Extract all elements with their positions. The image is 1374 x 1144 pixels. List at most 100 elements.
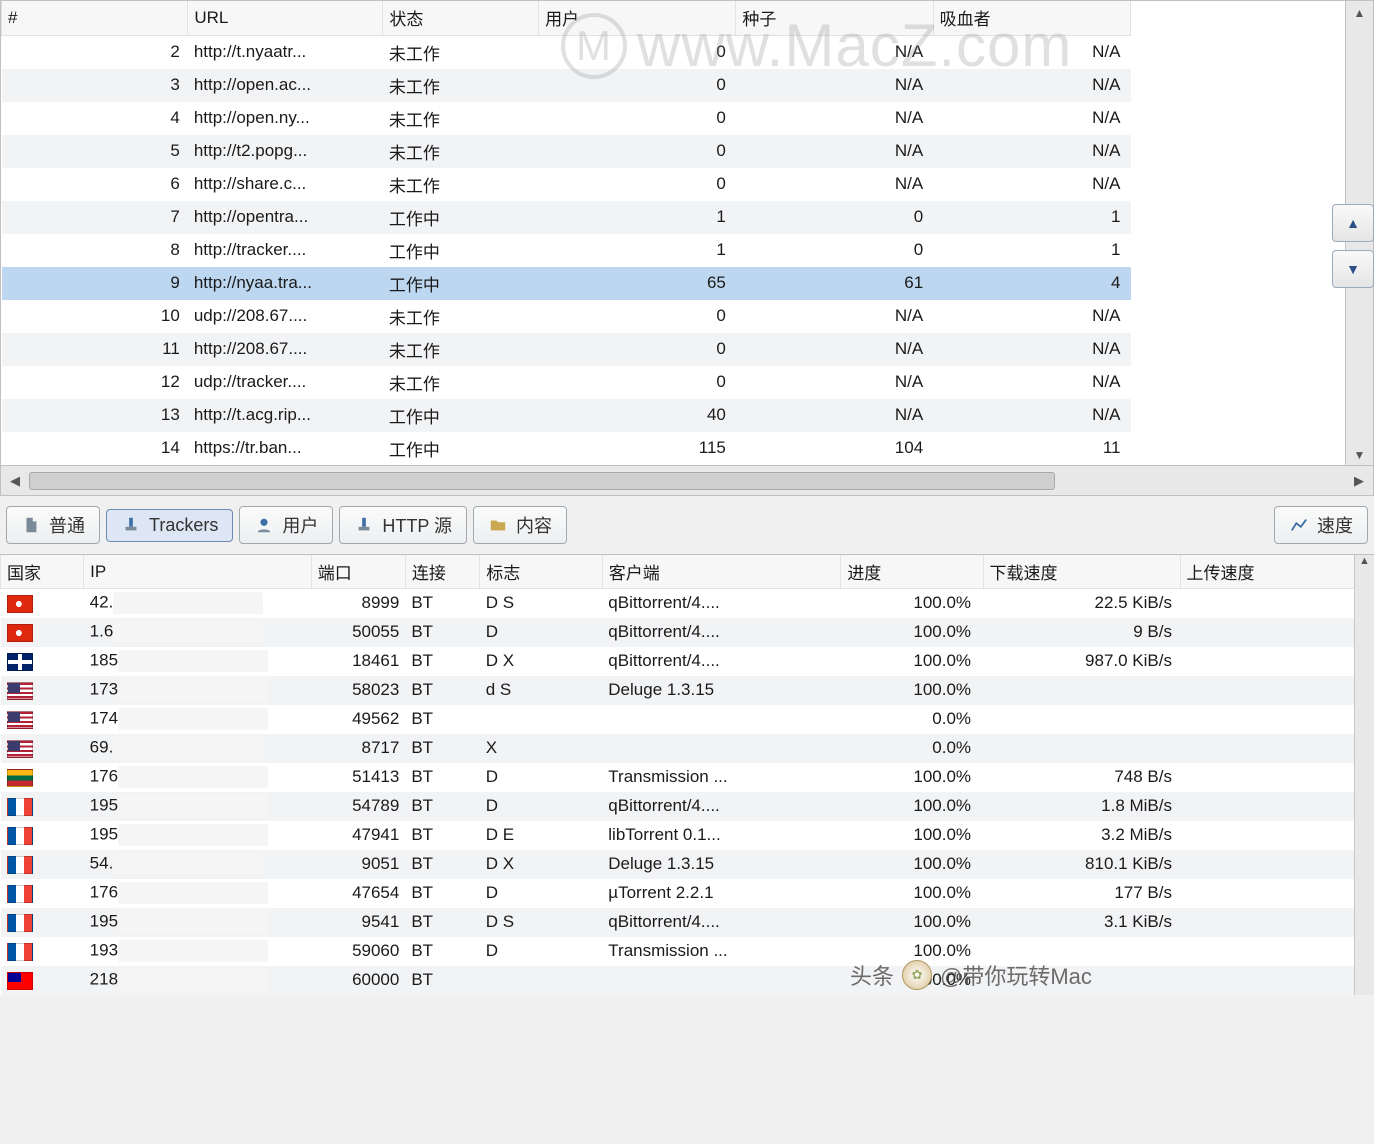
- peer-row[interactable]: 54.9051BTD XDeluge 1.3.15100.0%810.1 KiB…: [1, 850, 1360, 879]
- ip-masked: [118, 824, 268, 846]
- move-up-button[interactable]: ▲: [1332, 204, 1374, 242]
- peer-cell-client: qBittorrent/4....: [602, 908, 841, 937]
- tracker-row[interactable]: 9http://nyaa.tra...工作中65614: [2, 267, 1131, 300]
- peers-col-progress[interactable]: 进度: [841, 555, 983, 589]
- tracker-cell-seeds: N/A: [736, 69, 933, 102]
- peer-cell-progress: 100.0%: [841, 879, 983, 908]
- tracker-cell-num: 11: [2, 333, 188, 366]
- tracker-col-seeds[interactable]: 种子: [736, 1, 933, 35]
- peer-row[interactable]: 17449562BT0.0%: [1, 705, 1360, 734]
- tracker-cell-num: 8: [2, 234, 188, 267]
- peer-cell-download-speed: 3.1 KiB/s: [983, 908, 1180, 937]
- tracker-cell-leech: N/A: [933, 69, 1130, 102]
- tracker-row[interactable]: 10udp://208.67....未工作0N/AN/A: [2, 300, 1131, 333]
- peer-row[interactable]: 18518461BTD XqBittorrent/4....100.0%987.…: [1, 647, 1360, 676]
- tracker-cell-status: 未工作: [383, 102, 539, 135]
- peers-col-upload-speed[interactable]: 上传速度: [1180, 555, 1360, 589]
- tracker-col-status[interactable]: 状态: [383, 1, 539, 35]
- tracker-row[interactable]: 6http://share.c...未工作0N/AN/A: [2, 168, 1131, 201]
- peer-cell-ip: 195: [84, 821, 312, 850]
- tab-http-sources[interactable]: HTTP 源: [339, 506, 467, 544]
- tracker-col-users[interactable]: 用户: [539, 1, 736, 35]
- peer-cell-connection: BT: [405, 618, 479, 647]
- flag-fr-icon: [7, 856, 33, 874]
- peers-col-ip[interactable]: IP: [84, 555, 312, 589]
- scroll-left-icon[interactable]: ◀: [1, 473, 29, 489]
- tracker-row[interactable]: 2http://t.nyaatr...未工作0N/AN/A: [2, 35, 1131, 69]
- scroll-up-icon[interactable]: ▲: [1346, 1, 1373, 25]
- scroll-thumb[interactable]: [29, 472, 1055, 490]
- peer-cell-port: 54789: [311, 792, 405, 821]
- ip-masked: [118, 969, 268, 991]
- peers-table[interactable]: 国家 IP 端口 连接 标志 客户端 进度 下载速度 上传速度 42.8999B…: [0, 555, 1360, 995]
- tracker-col-leech[interactable]: 吸血者: [933, 1, 1130, 35]
- tab-general[interactable]: 普通: [6, 506, 100, 544]
- tracker-row[interactable]: 7http://opentra...工作中101: [2, 201, 1131, 234]
- tracker-row[interactable]: 8http://tracker....工作中101: [2, 234, 1131, 267]
- peer-row[interactable]: 21860000BT100.0%: [1, 966, 1360, 995]
- tab-content[interactable]: 内容: [473, 506, 567, 544]
- tracker-horizontal-scrollbar[interactable]: ◀ ▶: [0, 466, 1374, 496]
- peer-cell-ip: 173: [84, 676, 312, 705]
- peer-cell-ip: 218: [84, 966, 312, 995]
- tracker-col-url[interactable]: URL: [188, 1, 383, 35]
- peer-cell-flags: D X: [480, 647, 603, 676]
- tracker-row[interactable]: 5http://t2.popg...未工作0N/AN/A: [2, 135, 1131, 168]
- tracker-col-num[interactable]: #: [2, 1, 188, 35]
- tab-speed[interactable]: 速度: [1274, 506, 1368, 544]
- peer-row[interactable]: 17647654BTDµTorrent 2.2.1100.0%177 B/s: [1, 879, 1360, 908]
- peer-cell-flags: D S: [480, 908, 603, 937]
- tracker-cell-users: 0: [539, 102, 736, 135]
- tracker-cell-num: 5: [2, 135, 188, 168]
- peer-cell-client: qBittorrent/4....: [602, 647, 841, 676]
- tab-bar: 普通 Trackers 用户 HTTP 源 内容 速度: [0, 498, 1374, 554]
- tracker-row[interactable]: 12udp://tracker....未工作0N/AN/A: [2, 366, 1131, 399]
- tracker-cell-num: 10: [2, 300, 188, 333]
- tracker-row[interactable]: 11http://208.67....未工作0N/AN/A: [2, 333, 1131, 366]
- peers-col-connection[interactable]: 连接: [405, 555, 479, 589]
- peer-row[interactable]: 69.8717BTX0.0%: [1, 734, 1360, 763]
- tracker-cell-users: 0: [539, 168, 736, 201]
- peer-cell-download-speed: 987.0 KiB/s: [983, 647, 1180, 676]
- peer-cell-connection: BT: [405, 705, 479, 734]
- peer-cell-client: qBittorrent/4....: [602, 618, 841, 647]
- tracker-table[interactable]: # URL 状态 用户 种子 吸血者 2http://t.nyaatr...未工…: [1, 1, 1131, 465]
- peer-cell-client: libTorrent 0.1...: [602, 821, 841, 850]
- peers-col-download-speed[interactable]: 下载速度: [983, 555, 1180, 589]
- peer-row[interactable]: 1.650055BTDqBittorrent/4....100.0%9 B/s: [1, 618, 1360, 647]
- tab-trackers[interactable]: Trackers: [106, 509, 233, 542]
- peer-cell-progress: 100.0%: [841, 908, 983, 937]
- peer-cell-progress: 100.0%: [841, 966, 983, 995]
- tracker-row[interactable]: 4http://open.ny...未工作0N/AN/A: [2, 102, 1131, 135]
- tracker-row[interactable]: 14https://tr.ban...工作中11510411: [2, 432, 1131, 465]
- tracker-cell-users: 0: [539, 135, 736, 168]
- scroll-right-icon[interactable]: ▶: [1345, 473, 1373, 489]
- flag-fr-icon: [7, 885, 33, 903]
- flag-fr-icon: [7, 943, 33, 961]
- peer-row[interactable]: 42.8999BTD SqBittorrent/4....100.0%22.5 …: [1, 589, 1360, 618]
- peer-cell-client: Deluge 1.3.15: [602, 676, 841, 705]
- move-down-button[interactable]: ▼: [1332, 250, 1374, 288]
- peer-cell-client: µTorrent 2.2.1: [602, 879, 841, 908]
- tracker-row[interactable]: 13http://t.acg.rip...工作中40N/AN/A: [2, 399, 1131, 432]
- tracker-cell-leech: N/A: [933, 399, 1130, 432]
- peer-row[interactable]: 17651413BTDTransmission ...100.0%748 B/s: [1, 763, 1360, 792]
- flag-us-icon: [7, 682, 33, 700]
- peers-col-country[interactable]: 国家: [1, 555, 84, 589]
- scroll-down-icon[interactable]: ▼: [1346, 443, 1373, 466]
- tracker-row[interactable]: 3http://open.ac...未工作0N/AN/A: [2, 69, 1131, 102]
- ip-masked: [118, 679, 268, 701]
- peers-col-port[interactable]: 端口: [311, 555, 405, 589]
- peers-vertical-scrollbar[interactable]: ▲: [1354, 555, 1374, 995]
- tab-peers[interactable]: 用户: [239, 506, 333, 544]
- peer-cell-ip: 176: [84, 879, 312, 908]
- peer-row[interactable]: 1959541BTD SqBittorrent/4....100.0%3.1 K…: [1, 908, 1360, 937]
- peer-row[interactable]: 19547941BTD ElibTorrent 0.1...100.0%3.2 …: [1, 821, 1360, 850]
- scroll-up-icon[interactable]: ▲: [1355, 555, 1374, 575]
- peers-col-client[interactable]: 客户端: [602, 555, 841, 589]
- peer-cell-country: [1, 618, 84, 647]
- peer-row[interactable]: 19359060BTDTransmission ...100.0%: [1, 937, 1360, 966]
- peers-col-flags[interactable]: 标志: [480, 555, 603, 589]
- peer-row[interactable]: 17358023BTd SDeluge 1.3.15100.0%: [1, 676, 1360, 705]
- peer-row[interactable]: 19554789BTDqBittorrent/4....100.0%1.8 Mi…: [1, 792, 1360, 821]
